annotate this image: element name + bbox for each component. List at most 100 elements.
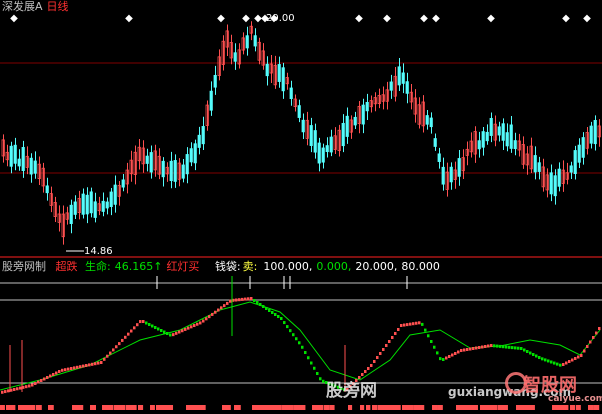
oscillator-dot xyxy=(556,362,559,366)
marker-diamond-icon: ◆ xyxy=(487,13,495,24)
oscillator-dot xyxy=(586,345,589,348)
candlestick-chart[interactable]: ◆ ◆ ◆ ◆ ◆ ◆ ◆ ◆ ◆ ◆ ◆ ◆ ◆ ◆29.0014.86 xyxy=(0,0,602,414)
oscillator-dot xyxy=(376,356,379,359)
candle-body xyxy=(169,160,173,182)
candle-body xyxy=(593,119,597,145)
oscillator-dot xyxy=(58,370,61,373)
candle-body xyxy=(89,191,93,214)
candle-body xyxy=(389,81,393,91)
oscillator-dot xyxy=(547,359,550,363)
line-b-value: 46.165 xyxy=(114,260,154,273)
oscillator-dot xyxy=(199,321,202,325)
candle-body xyxy=(361,104,365,125)
candle-body xyxy=(497,126,501,136)
oscillator-dot xyxy=(103,357,106,361)
candle-body xyxy=(509,124,513,149)
oscillator-dot xyxy=(163,330,166,334)
candle-body xyxy=(577,144,581,163)
oscillator-dot xyxy=(502,345,505,349)
candle-body xyxy=(581,137,585,158)
value-4: 80.000 xyxy=(401,260,440,273)
oscillator-dot xyxy=(484,345,487,348)
oscillator-dot xyxy=(322,379,325,383)
volume-bar xyxy=(402,405,414,410)
oscillator-dot xyxy=(496,344,499,348)
volume-bar xyxy=(0,405,5,410)
oscillator-dot xyxy=(88,363,91,367)
oscillator-dot xyxy=(190,325,193,329)
oscillator-dot xyxy=(379,352,382,355)
oscillator-dot xyxy=(451,353,454,357)
oscillator-dot xyxy=(106,354,109,358)
high-price-label: 29.00 xyxy=(266,13,295,24)
oscillator-dot xyxy=(193,324,196,328)
volume-bar xyxy=(372,405,378,410)
oscillator-dot xyxy=(382,348,385,351)
candle-body xyxy=(197,134,201,148)
oscillator-dot xyxy=(94,362,97,366)
volume-bar xyxy=(162,405,174,410)
oscillator-dot xyxy=(157,327,160,331)
candle-body xyxy=(481,131,485,148)
candle-body xyxy=(345,115,349,137)
candle-body xyxy=(397,66,401,86)
oscillator-dot xyxy=(73,366,76,370)
line-a-label: 超跌 xyxy=(55,260,78,273)
candle-body xyxy=(433,138,437,147)
oscillator-dot xyxy=(178,330,181,334)
candle-body xyxy=(145,155,149,164)
oscillator-dot xyxy=(37,380,40,384)
volume-bar xyxy=(462,405,469,410)
oscillator-dot xyxy=(1,390,4,394)
oscillator-dot xyxy=(247,297,250,301)
oscillator-dot xyxy=(64,368,67,372)
oscillator-dot xyxy=(406,323,409,327)
volume-bar xyxy=(378,405,385,410)
oscillator-dot xyxy=(169,333,172,337)
oscillator-dot xyxy=(430,340,433,343)
candle-body xyxy=(441,166,445,185)
oscillator-dot xyxy=(19,386,22,390)
volume-bar xyxy=(390,405,401,410)
oscillator-dot xyxy=(133,326,136,330)
oscillator-dot xyxy=(511,346,514,350)
oscillator-dot xyxy=(400,324,403,327)
oscillator-dot xyxy=(448,355,451,358)
oscillator-dot xyxy=(205,317,208,321)
oscillator-dot xyxy=(244,297,247,301)
oscillator-dot xyxy=(34,382,37,385)
candle-body xyxy=(513,140,517,150)
oscillator-dot xyxy=(439,357,442,361)
oscillator-dot xyxy=(280,317,283,320)
candle-body xyxy=(85,194,89,215)
oscillator-dot xyxy=(151,324,154,328)
oscillator-dot xyxy=(598,327,601,330)
oscillator-dot xyxy=(367,367,370,370)
oscillator-dot xyxy=(142,320,145,323)
candle-body xyxy=(589,125,593,144)
marker-diamond-icon: ◆ xyxy=(562,13,570,24)
oscillator-dot xyxy=(82,364,85,368)
oscillator-dot xyxy=(574,357,577,360)
candle-body xyxy=(405,81,409,94)
oscillator-dot xyxy=(373,360,376,363)
value-3: 20.000, xyxy=(355,260,398,273)
candle-body xyxy=(101,200,105,212)
candle-body xyxy=(149,152,153,173)
volume-bar xyxy=(48,405,54,410)
oscillator-dot xyxy=(532,353,535,356)
oscillator-dot xyxy=(97,361,100,365)
volume-bar xyxy=(198,405,206,410)
oscillator-dot xyxy=(55,371,58,375)
oscillator-dot xyxy=(457,350,460,354)
candle-body xyxy=(105,201,109,209)
oscillator-dot xyxy=(145,321,148,325)
candle-body xyxy=(429,117,433,128)
oscillator-dot xyxy=(241,297,244,301)
candle-body xyxy=(73,201,77,215)
oscillator-dot xyxy=(403,323,406,327)
period-label: 日线 xyxy=(46,0,69,13)
candle-body xyxy=(161,160,165,178)
candle-body xyxy=(13,144,17,164)
volume-bar xyxy=(324,405,330,410)
